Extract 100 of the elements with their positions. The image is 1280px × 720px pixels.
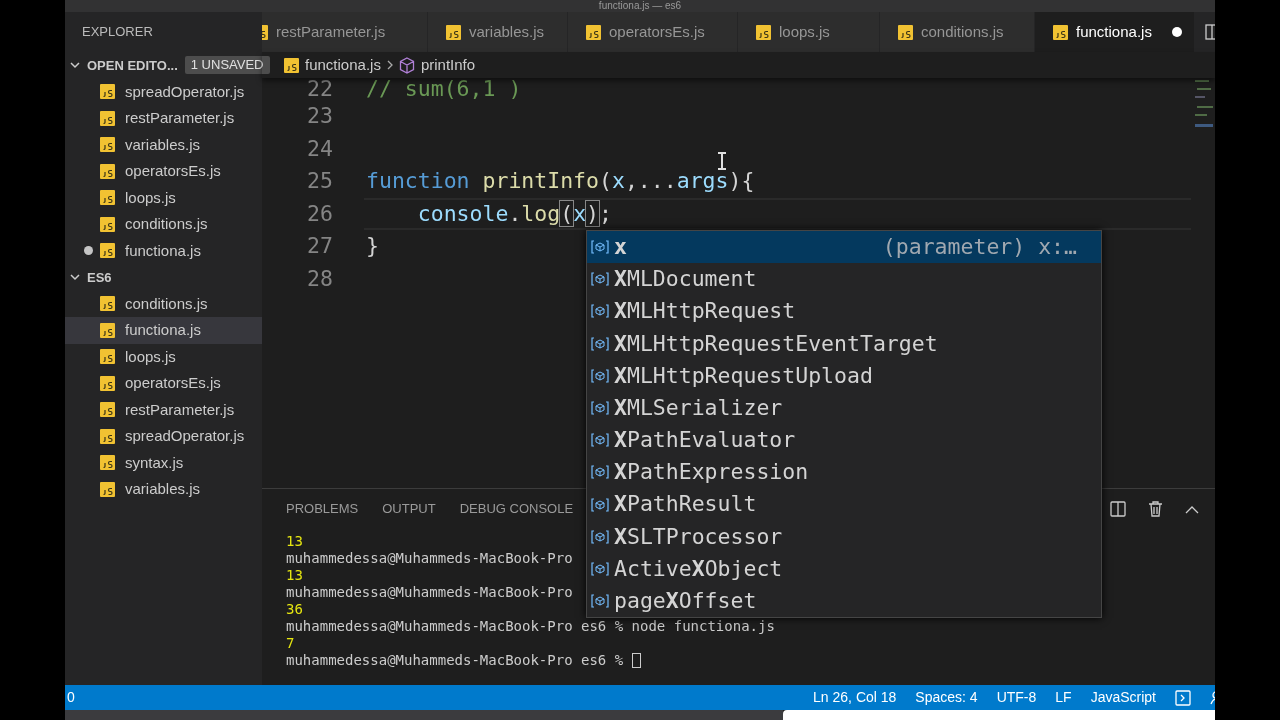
panel-tab[interactable]: OUTPUT xyxy=(382,499,436,519)
suggestion-label: XMLHttpRequestUpload xyxy=(614,361,873,390)
js-file-icon xyxy=(100,163,115,179)
suggestion-item[interactable]: XMLHttpRequestEventTarget xyxy=(587,327,1101,360)
problems-count[interactable]: 0 xyxy=(65,687,75,708)
suggestion-label: XPathExpression xyxy=(614,458,809,487)
status-item[interactable]: UTF-8 xyxy=(996,687,1037,708)
feedback-icon[interactable] xyxy=(1175,689,1191,706)
suggestion-item[interactable]: XPathResult xyxy=(587,488,1101,521)
breadcrumb-item[interactable]: printInfo xyxy=(420,53,476,77)
suggestion-label: XMLSerializer xyxy=(614,393,783,422)
status-item[interactable]: JavaScript xyxy=(1090,687,1156,708)
code-line: console.log(x); xyxy=(416,199,612,228)
chevron-up-icon[interactable] xyxy=(1185,504,1199,514)
file-item[interactable]: restParameter.js xyxy=(65,396,262,423)
file-item[interactable]: loops.js xyxy=(65,343,262,370)
suggestion-label: XSLTProcessor xyxy=(614,522,783,551)
person-icon[interactable] xyxy=(1210,689,1215,706)
js-file-icon xyxy=(100,296,115,312)
file-item[interactable]: variables.js xyxy=(65,131,262,158)
file-item[interactable]: operatorsEs.js xyxy=(65,370,262,397)
code-line: function printInfo(x,...args){ xyxy=(366,167,755,195)
file-item[interactable]: loops.js xyxy=(65,184,262,211)
variable-icon xyxy=(591,433,609,448)
line-number: 24 xyxy=(306,134,333,163)
status-item[interactable]: LF xyxy=(1055,687,1072,708)
variable-icon xyxy=(591,465,609,480)
sidebar-title: EXPLORER xyxy=(82,23,153,42)
suggestion-label: pageXOffset xyxy=(614,587,757,616)
js-file-icon xyxy=(100,455,115,471)
terminal-line: muhammedessa@Muhammeds-MacBook-Pro es6 % node functiona.js xyxy=(286,618,775,635)
variable-icon xyxy=(591,497,609,512)
suggestion-item[interactable]: XMLSerializer xyxy=(587,391,1101,425)
text-cursor-icon xyxy=(717,152,727,170)
chevron-down-icon[interactable] xyxy=(70,61,80,69)
file-item[interactable]: spreadOperator.js xyxy=(65,423,262,450)
js-file-icon xyxy=(100,137,115,153)
js-file-icon xyxy=(586,24,601,40)
chevron-down-icon[interactable] xyxy=(70,273,80,281)
split-editor-icon[interactable] xyxy=(1205,24,1215,40)
js-file-icon xyxy=(100,84,115,100)
suggestion-item[interactable]: x (parameter) x:… xyxy=(587,231,1101,264)
code-line: // sum(6,1 ) xyxy=(366,78,522,100)
breadcrumb-item[interactable]: functiona.js xyxy=(305,53,381,77)
suggestion-label: XMLHttpRequest xyxy=(614,297,796,326)
section-header[interactable]: ES6 xyxy=(87,267,112,287)
suggestion-item[interactable]: pageXOffset xyxy=(587,585,1101,618)
suggestion-label: x xyxy=(614,232,627,261)
status-item[interactable]: Spaces: 4 xyxy=(915,687,978,708)
cube-icon xyxy=(398,56,415,74)
file-item[interactable]: restParameter.js xyxy=(65,105,262,132)
variable-icon xyxy=(591,336,609,351)
variable-icon xyxy=(591,561,609,576)
suggestion-item[interactable]: ActiveXObject xyxy=(587,552,1101,586)
file-item[interactable]: conditions.js xyxy=(65,211,262,238)
editor-tab[interactable]: variables.js xyxy=(428,12,568,52)
js-file-icon xyxy=(100,428,115,444)
file-item[interactable]: spreadOperator.js xyxy=(65,78,262,105)
terminal-line: muhammedessa@Muhammeds-MacBook-Pro es6 % xyxy=(286,652,625,669)
file-item[interactable]: functiona.js xyxy=(65,317,262,344)
suggestion-item[interactable]: XMLDocument xyxy=(587,263,1101,296)
line-number: 26 xyxy=(306,199,333,228)
status-item[interactable]: Ln 26, Col 18 xyxy=(813,687,897,708)
suggestion-label: XPathEvaluator xyxy=(614,426,796,455)
unsaved-badge: 1 UNSAVED xyxy=(184,56,270,75)
split-panel-icon[interactable] xyxy=(1110,501,1126,517)
file-item[interactable]: variables.js xyxy=(65,476,262,503)
terminal-line: muhammedessa@Muhammeds-MacBook-Pro xyxy=(286,584,573,601)
editor-tab[interactable]: loops.js xyxy=(738,12,880,52)
terminal-line: muhammedessa@Muhammeds-MacBook-Pro xyxy=(286,550,573,567)
suggestion-item[interactable]: XSLTProcessor xyxy=(587,520,1101,553)
panel-tab[interactable]: PROBLEMS xyxy=(286,499,359,519)
editor-tab[interactable]: functiona.js xyxy=(1035,12,1195,52)
line-number: 25 xyxy=(306,167,333,195)
line-number: 28 xyxy=(306,264,333,293)
js-file-icon xyxy=(1053,24,1068,40)
suggestion-item[interactable]: XMLHttpRequestUpload xyxy=(587,359,1101,392)
editor-tab[interactable]: conditions.js xyxy=(880,12,1035,52)
js-file-icon xyxy=(100,349,115,365)
variable-icon xyxy=(591,240,609,255)
panel-tab[interactable]: DEBUG CONSOLE xyxy=(459,499,574,519)
suggestion-label: XMLDocument xyxy=(614,265,757,294)
file-item[interactable]: operatorsEs.js xyxy=(65,158,262,185)
file-item[interactable]: conditions.js xyxy=(65,290,262,317)
js-file-icon xyxy=(284,57,299,73)
suggestion-item[interactable]: XPathExpression xyxy=(587,456,1101,489)
js-file-icon xyxy=(756,24,771,40)
file-item[interactable]: functiona.js xyxy=(65,237,262,264)
file-item[interactable]: syntax.js xyxy=(65,449,262,476)
js-file-icon xyxy=(898,24,913,40)
variable-icon xyxy=(591,401,609,416)
js-file-icon xyxy=(100,402,115,418)
trash-icon[interactable] xyxy=(1148,501,1163,517)
suggestion-item[interactable]: XPathEvaluator xyxy=(587,424,1101,457)
section-header[interactable]: OPEN EDITO... xyxy=(87,55,178,75)
editor-tab[interactable]: restParameter.js xyxy=(262,12,428,52)
line-number: 23 xyxy=(306,102,333,130)
suggestion-item[interactable]: XMLHttpRequest xyxy=(587,295,1101,328)
editor-tab[interactable]: operatorsEs.js xyxy=(568,12,738,52)
suggestion-detail: (parameter) x:… xyxy=(882,232,1077,261)
